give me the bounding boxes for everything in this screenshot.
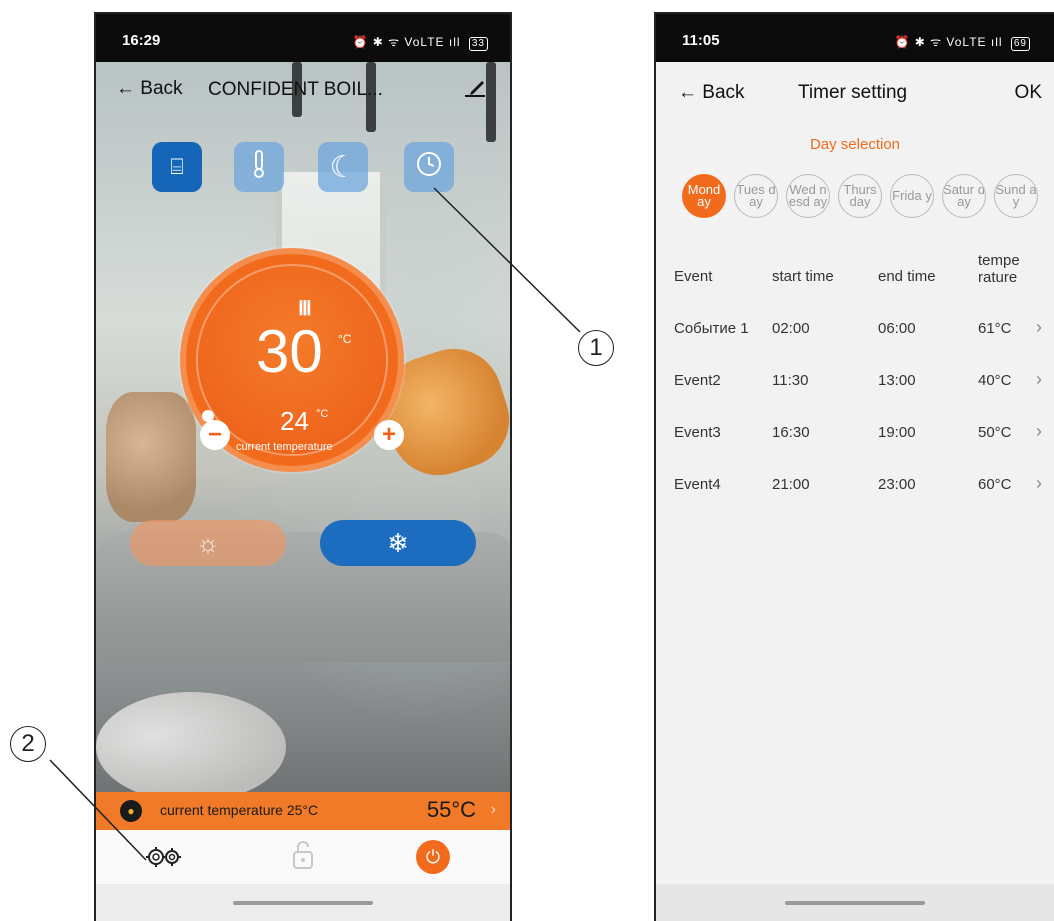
chevron-right-icon: › [1036, 369, 1042, 389]
start-time: 16:30 [772, 424, 810, 441]
heat-mode-toggle[interactable]: ☼ [130, 520, 286, 566]
day-friday[interactable]: Frida y [890, 174, 934, 218]
clock-icon [415, 150, 443, 184]
snowflake-icon: ❄ [387, 527, 409, 558]
current-temperature-text: current temperature 25°C [160, 802, 319, 818]
header-temperature: tempe rature [978, 252, 1020, 286]
home-handle[interactable] [785, 901, 925, 905]
header-start-time: start time [772, 268, 834, 285]
app-bar: ← Back CONFIDENT BOIL... [96, 62, 510, 118]
status-icon-set: ⏰ ✱ ᯤ VoLTE ıll [352, 35, 461, 49]
end-time: 13:00 [878, 372, 916, 389]
water-temperature-bar[interactable]: ● current temperature 25°C 55°C › [96, 792, 510, 830]
day-selection-label: Day selection [809, 136, 901, 153]
radiator-icon: ⌸ [170, 154, 184, 179]
status-time: 16:29 [122, 32, 161, 49]
increase-temperature-button[interactable]: + [374, 420, 404, 450]
header-event: Event [674, 268, 713, 285]
pencil-icon[interactable] [462, 74, 488, 106]
start-time: 21:00 [772, 476, 810, 493]
status-icons: ⏰ ✱ ᯤ VoLTE ıll 33 [352, 33, 488, 51]
day-thursday[interactable]: Thurs day [838, 174, 882, 218]
chevron-right-icon: › [1036, 317, 1042, 337]
start-time: 11:30 [772, 372, 809, 389]
back-button[interactable]: ← Back [116, 78, 183, 100]
radiator-mode-button[interactable]: ⌸ [152, 142, 202, 192]
day-wednesday[interactable]: Wed nesd ay [786, 174, 830, 218]
cool-mode-toggle[interactable]: ❄ [320, 520, 476, 566]
table-header: Event start time end time tempe rature [656, 252, 1054, 296]
end-time: 19:00 [878, 424, 916, 441]
set-temperature: 30 [256, 318, 323, 385]
thermometer-mode-button[interactable] [234, 142, 284, 192]
day-monday[interactable]: Mond ay [682, 174, 726, 218]
moon-icon: ☾ [329, 150, 357, 184]
table-row[interactable]: Event3 16:30 19:00 50°C › [656, 412, 1054, 452]
status-bar: 11:05 ⏰ ✱ ᯤ VoLTE ıll 69 [656, 14, 1054, 62]
timer-mode-button[interactable] [404, 142, 454, 192]
background-pillow [106, 392, 196, 522]
current-temperature-value: 24 [280, 406, 309, 436]
event-name: Event3 [674, 424, 721, 441]
start-time: 02:00 [772, 320, 810, 337]
timer-setting-screen: 11:05 ⏰ ✱ ᯤ VoLTE ıll 69 ← Back Timer se… [654, 12, 1054, 921]
thermometer-icon [249, 149, 269, 185]
end-time: 23:00 [878, 476, 916, 493]
current-temperature-unit: °C [316, 408, 329, 420]
app-bar: ← Back Timer setting OK [656, 62, 1054, 122]
battery-icon: 69 [1010, 37, 1030, 51]
current-temperature-label: current temperature [236, 441, 333, 453]
water-temperature-value: 55°C [426, 797, 476, 822]
status-icons: ⏰ ✱ ᯤ VoLTE ıll 69 [894, 33, 1030, 51]
header-temperature-line2: rature [978, 269, 1018, 286]
shower-icon: ● [120, 800, 142, 822]
table-row[interactable]: Event2 11:30 13:00 40°C › [656, 360, 1054, 400]
table-row[interactable]: Событие 1 02:00 06:00 61°C › [656, 308, 1054, 348]
night-mode-button[interactable]: ☾ [318, 142, 368, 192]
event-temperature: 50°C [978, 424, 1012, 441]
background-table [96, 692, 286, 802]
chevron-right-icon: › [490, 801, 496, 818]
event-name: Event2 [674, 372, 721, 389]
chevron-right-icon: › [1036, 473, 1042, 493]
table-row[interactable]: Event4 21:00 23:00 60°C › [656, 464, 1054, 504]
status-time: 11:05 [682, 32, 720, 49]
bottom-bar: ⏻ [96, 830, 510, 884]
day-tuesday[interactable]: Tues day [734, 174, 778, 218]
thermostat-screen: 16:29 ⏰ ✱ ᯤ VoLTE ıll 33 ← Back CONFIDEN… [94, 12, 512, 921]
back-button[interactable]: ← Back [678, 82, 745, 104]
lock-icon[interactable] [292, 840, 314, 877]
callout-marker-1: 1 [578, 330, 614, 366]
settings-gears-icon[interactable] [144, 842, 184, 879]
system-navigation-bar [656, 884, 1054, 921]
sun-icon: ☼ [196, 527, 220, 558]
end-time: 06:00 [878, 320, 916, 337]
header-temperature-line1: tempe [978, 252, 1020, 269]
power-button[interactable]: ⏻ [416, 840, 450, 874]
status-bar: 16:29 ⏰ ✱ ᯤ VoLTE ıll 33 [96, 14, 510, 62]
page-title: Timer setting [798, 82, 908, 103]
event-temperature: 40°C [978, 372, 1012, 389]
chevron-right-icon: › [1036, 421, 1042, 441]
device-title: CONFIDENT BOIL... [208, 79, 383, 100]
day-sunday[interactable]: Sund ay [994, 174, 1038, 218]
system-navigation-bar [96, 884, 510, 921]
decrease-temperature-button[interactable]: − [200, 420, 230, 450]
status-icon-set: ⏰ ✱ ᯤ VoLTE ıll [894, 35, 1003, 49]
battery-icon: 33 [468, 37, 488, 51]
event-name: Event4 [674, 476, 721, 493]
event-temperature: 60°C [978, 476, 1012, 493]
home-handle[interactable] [233, 901, 373, 905]
event-name: Событие 1 [674, 320, 749, 337]
ok-button[interactable]: OK [1015, 82, 1042, 104]
header-end-time: end time [878, 268, 936, 285]
day-saturday[interactable]: Satur day [942, 174, 986, 218]
callout-marker-2: 2 [10, 726, 46, 762]
set-temperature-unit: °C [338, 332, 352, 346]
event-temperature: 61°C [978, 320, 1012, 337]
